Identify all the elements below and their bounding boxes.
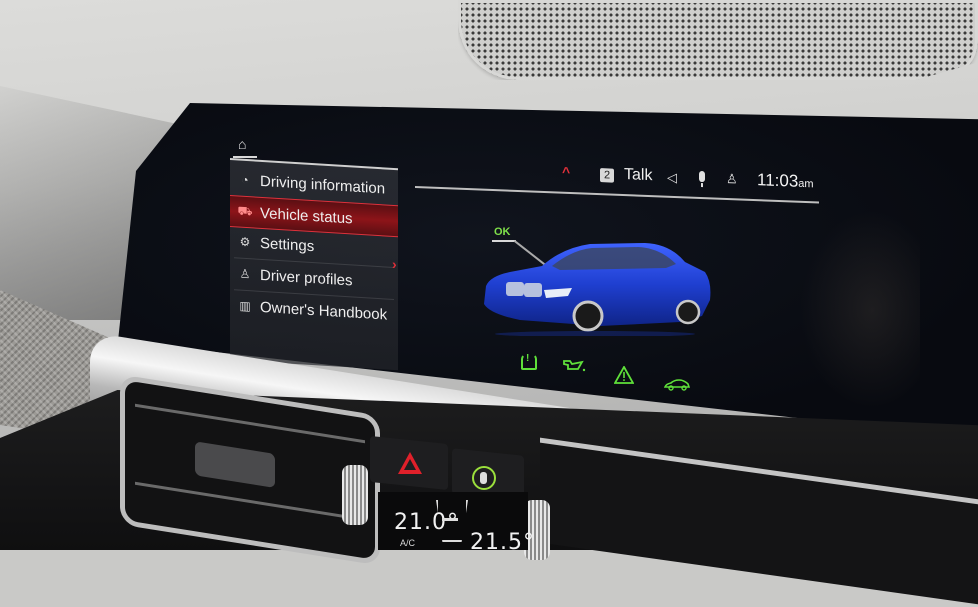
chevron-right-icon[interactable]: › bbox=[392, 256, 397, 272]
speedometer-icon: ◔ bbox=[241, 172, 249, 188]
talk-label[interactable]: Talk bbox=[624, 166, 652, 185]
vehicle-image[interactable] bbox=[480, 238, 715, 336]
chevron-up-icon[interactable]: ^ bbox=[562, 164, 570, 180]
microphone-icon[interactable] bbox=[699, 170, 705, 183]
speaker-icon[interactable]: ◁ bbox=[667, 170, 677, 186]
channel-badge: 2 bbox=[600, 168, 614, 183]
car-grille-left bbox=[506, 282, 524, 296]
status-ok-label: OK bbox=[494, 226, 511, 238]
car-grille-right bbox=[524, 283, 542, 297]
main-menu: ◔ Driving information ⛟ Vehicle status ⚙… bbox=[230, 158, 398, 371]
car-reflection bbox=[495, 331, 695, 336]
user-profile-icon[interactable]: ♙ bbox=[726, 171, 738, 187]
car-wheel-rear bbox=[675, 299, 701, 325]
menu-item-label: Settings bbox=[260, 234, 315, 255]
warning-triangle-icon[interactable] bbox=[613, 365, 635, 388]
menu-item-label: Driver profiles bbox=[260, 266, 353, 289]
ac-label: A/C bbox=[400, 538, 416, 548]
park-assist-icon bbox=[472, 466, 496, 490]
vent-slat bbox=[135, 403, 365, 444]
hazard-icon bbox=[398, 452, 422, 474]
clock-ampm: am bbox=[798, 177, 814, 191]
gear-icon: ⚙ bbox=[239, 234, 251, 250]
menu-item-label: Driving information bbox=[260, 172, 386, 197]
clock: 11:03am bbox=[757, 170, 814, 192]
speaker-grille bbox=[458, 0, 978, 80]
book-icon: ▥ bbox=[239, 298, 251, 314]
screen-reflection bbox=[800, 210, 920, 410]
vehicle-check-icon[interactable] bbox=[663, 378, 691, 395]
driver-profile-icon: ♙ bbox=[239, 266, 251, 282]
vent-adjust-tab[interactable] bbox=[195, 441, 275, 488]
menu-item-label: Vehicle status bbox=[260, 204, 353, 227]
home-icon[interactable]: ⌂ bbox=[238, 136, 246, 152]
menu-item-label: Owner's Handbook bbox=[260, 298, 388, 324]
right-temperature: 21.5° bbox=[470, 530, 535, 555]
vent-slat bbox=[135, 481, 365, 522]
car-wheel-front bbox=[572, 300, 604, 332]
car-wrench-icon: ⛟ bbox=[237, 203, 253, 219]
tire-pressure-icon[interactable] bbox=[521, 353, 537, 370]
clock-time: 11:03 bbox=[757, 170, 799, 191]
fan-level-bar bbox=[442, 518, 458, 521]
oil-level-icon[interactable] bbox=[562, 357, 586, 377]
vent-thumbwheel-left[interactable] bbox=[342, 465, 368, 525]
